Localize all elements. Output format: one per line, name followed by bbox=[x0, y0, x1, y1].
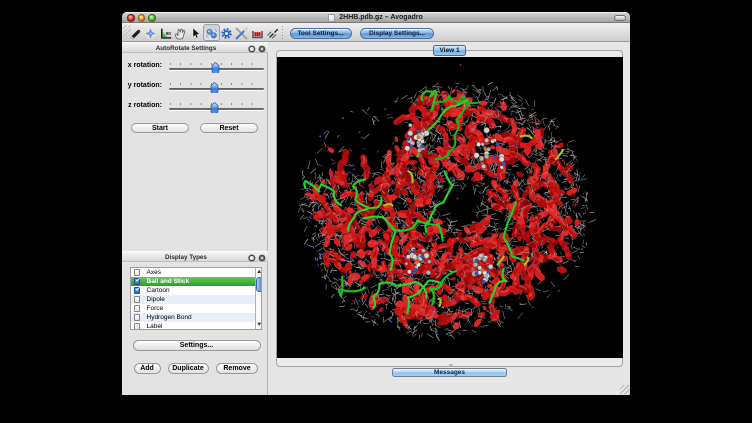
svg-text:90: 90 bbox=[165, 31, 171, 37]
